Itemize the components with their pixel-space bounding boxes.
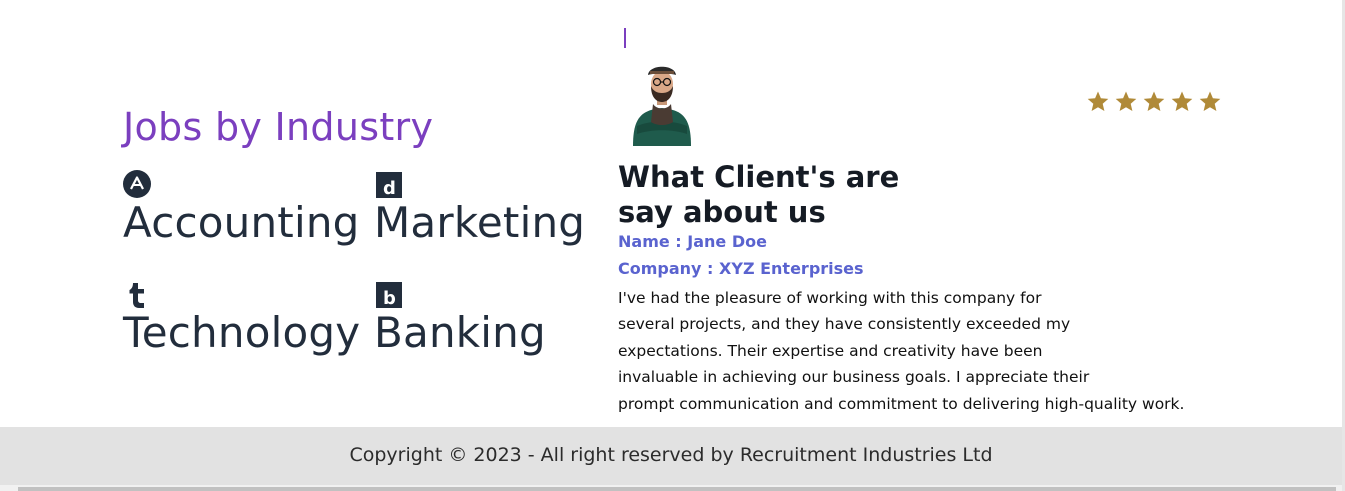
- testimonial-line: invaluable in achieving our business goa…: [618, 368, 1090, 387]
- jobs-by-industry-heading: Jobs by Industry: [123, 105, 434, 149]
- d-square-icon: d: [376, 172, 402, 198]
- tumblr-t-icon: [129, 283, 144, 308]
- svg-text:d: d: [383, 178, 396, 198]
- page: Jobs by Industry Accounting d Marketing …: [0, 0, 1345, 491]
- svg-text:b: b: [383, 288, 396, 308]
- testimonial-line: I've had the pleasure of working with th…: [618, 289, 1042, 307]
- text-cursor: [624, 28, 626, 48]
- b-square-icon: b: [376, 282, 402, 308]
- client-company: Company : XYZ Enterprises: [618, 259, 864, 278]
- testimonial-line: expectations. Their expertise and creati…: [618, 341, 1043, 360]
- a-circle-icon: [123, 170, 151, 198]
- industry-label: Banking: [374, 308, 546, 357]
- industry-item-accounting[interactable]: Accounting: [123, 170, 360, 247]
- horizontal-scrollbar[interactable]: [0, 485, 1342, 491]
- industry-label: Technology: [123, 308, 361, 357]
- testimonial-line: several projects, and they have consiste…: [618, 315, 1071, 334]
- copyright-text: Copyright © 2023 - All right reserved by…: [349, 444, 993, 466]
- rating-stars: [1086, 90, 1222, 114]
- star-icon: [1171, 91, 1193, 111]
- industry-item-marketing[interactable]: d Marketing: [374, 170, 585, 247]
- testimonial-text: I've had the pleasure of working with th…: [618, 285, 1228, 417]
- industry-label: Marketing: [374, 198, 586, 247]
- testimonial-heading: What Client's are say about us: [618, 160, 900, 229]
- client-name: Name : Jane Doe: [618, 232, 767, 251]
- industry-item-banking[interactable]: b Banking: [374, 280, 546, 357]
- star-icon: [1087, 91, 1109, 111]
- horizontal-scrollbar-thumb[interactable]: [18, 487, 1336, 491]
- testimonial-line: prompt communication and commitment to d…: [618, 394, 1185, 413]
- star-icon: [1115, 91, 1137, 111]
- industry-label: Accounting: [123, 198, 360, 247]
- industry-item-technology[interactable]: Technology: [123, 280, 360, 357]
- footer: Copyright © 2023 - All right reserved by…: [0, 427, 1342, 485]
- star-icon: [1143, 91, 1165, 111]
- man-avatar-image: [633, 66, 691, 146]
- star-icon: [1199, 91, 1221, 111]
